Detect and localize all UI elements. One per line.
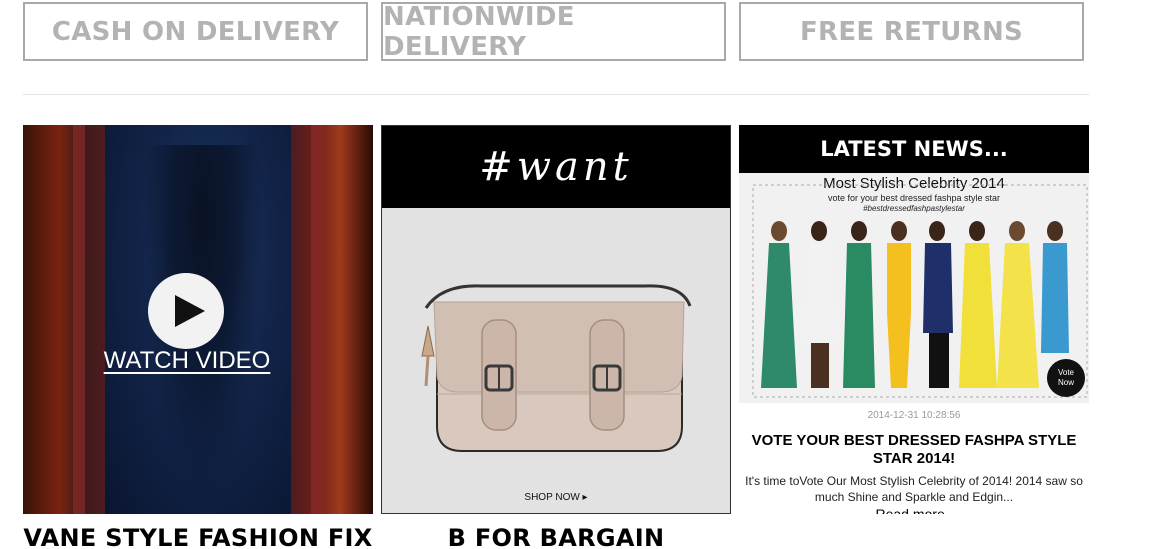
promo-tile-caption[interactable]: B FOR BARGAIN: [381, 524, 731, 549]
play-icon: [175, 295, 205, 327]
celebrity-lineup-illustration: [752, 184, 1088, 398]
want-banner: #want: [382, 126, 730, 208]
vote-now-badge[interactable]: Vote Now: [1047, 359, 1085, 397]
read-more-link[interactable]: Read more..: [739, 506, 1089, 514]
cash-on-delivery-box: CASH ON DELIVERY: [23, 2, 368, 61]
nationwide-delivery-label: NATIONWIDE DELIVERY: [383, 1, 575, 62]
watch-video-link-wrap: WATCH VIDEO: [23, 347, 351, 375]
latest-news-heading: LATEST NEWS...: [739, 125, 1089, 173]
shop-now-link[interactable]: SHOP NOW ▸: [382, 492, 730, 503]
video-background-right: [291, 125, 373, 514]
video-stripe-left: [73, 125, 85, 514]
handbag-image: [421, 284, 692, 452]
news-timestamp: 2014-12-31 10:28:56: [867, 410, 961, 421]
play-button[interactable]: [148, 273, 224, 349]
video-stripe-right: [311, 125, 323, 514]
nationwide-delivery-box: NATIONWIDE DELIVERY: [381, 1, 726, 62]
video-background-left: [23, 125, 105, 514]
news-image[interactable]: Most Stylish Celebrity 2014 vote for you…: [739, 173, 1089, 403]
video-tile[interactable]: WATCH VIDEO: [23, 125, 373, 514]
news-headline-link[interactable]: VOTE YOUR BEST DRESSED FASHPA STYLE STAR…: [739, 432, 1089, 468]
section-divider: [23, 94, 1089, 95]
latest-news-tile: LATEST NEWS... Most Stylish Celebrity 20…: [739, 125, 1089, 514]
news-excerpt: It's time toVote Our Most Stylish Celebr…: [745, 474, 1083, 504]
video-tile-caption[interactable]: VANE STYLE FASHION FIX: [23, 524, 373, 549]
cash-on-delivery-label: CASH ON DELIVERY: [51, 16, 340, 47]
free-returns-box: FREE RETURNS: [739, 2, 1084, 61]
watch-video-link[interactable]: WATCH VIDEO: [104, 347, 271, 374]
vote-now-line1: Vote: [1057, 368, 1074, 377]
vote-now-line2: Now: [1057, 378, 1074, 387]
free-returns-label: FREE RETURNS: [799, 16, 1024, 47]
want-banner-text: #want: [479, 144, 633, 190]
promo-tile[interactable]: #want SHOP NOW ▸: [381, 125, 731, 514]
